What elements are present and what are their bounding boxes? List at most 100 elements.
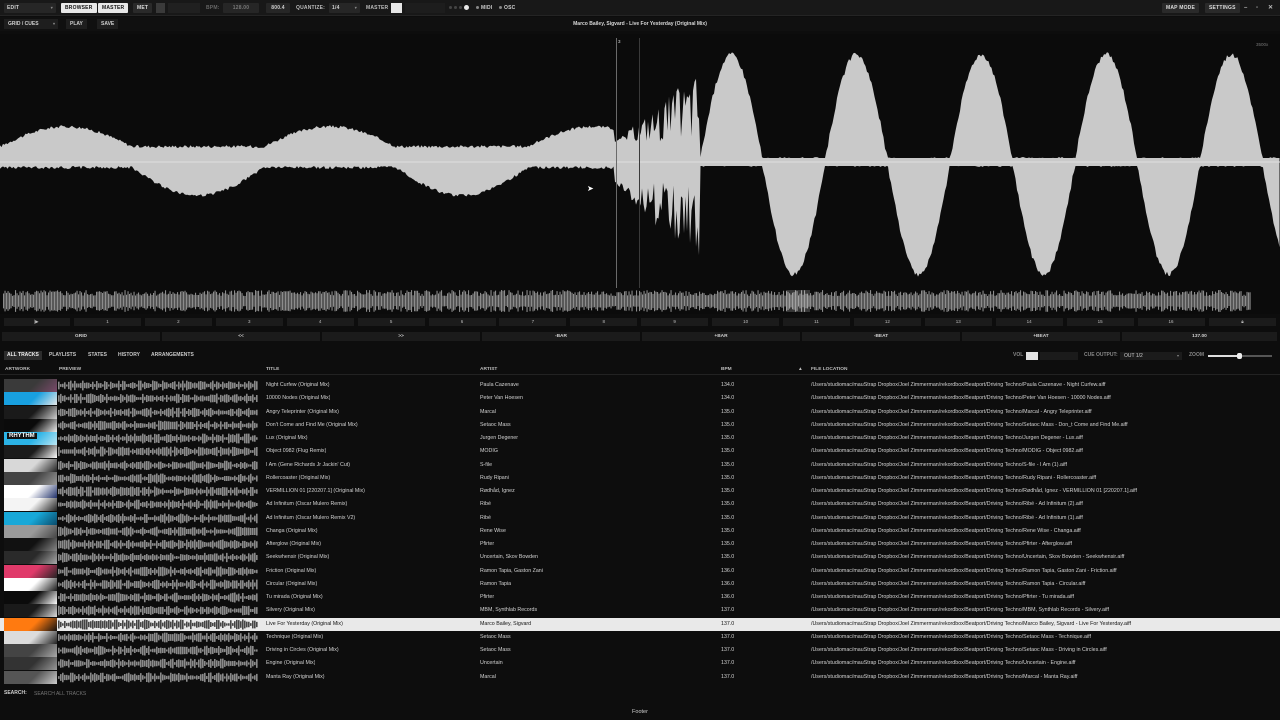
minimize-icon[interactable]: – xyxy=(1244,3,1248,13)
column-file-location[interactable]: FILE LOCATION xyxy=(811,366,847,374)
minus-bar-button[interactable]: -BAR xyxy=(482,332,640,341)
track-preview-waveform[interactable] xyxy=(58,433,258,444)
map-mode-button[interactable]: MAP MODE xyxy=(1162,3,1200,13)
track-preview-waveform[interactable] xyxy=(58,499,258,510)
tab-history[interactable]: HISTORY xyxy=(115,351,143,360)
minus-beat-button[interactable]: -BEAT xyxy=(802,332,960,341)
table-row[interactable]: Rollercoaster (Original Mix) Rudy Ripani 1… xyxy=(0,471,1280,485)
beat-marker[interactable]: 10 xyxy=(712,318,780,326)
tab-states[interactable]: STATES xyxy=(85,351,110,360)
track-preview-waveform[interactable] xyxy=(58,619,258,630)
beat-marker[interactable]: 2 xyxy=(144,318,212,326)
table-row[interactable]: Tu mirada (Original Mix) Pfirter 136.0/Use… xyxy=(0,591,1280,604)
play-marker-button[interactable]: |▶ xyxy=(4,318,70,326)
master-output-toggle[interactable] xyxy=(391,3,402,13)
back-button[interactable]: << xyxy=(162,332,320,341)
table-row[interactable]: Driving in Circles (Original Mix) Setaoc … xyxy=(0,644,1280,657)
beat-marker[interactable]: 15 xyxy=(1066,318,1134,326)
overview-waveform[interactable] xyxy=(0,288,1280,314)
mode-dropdown[interactable]: GRID / CUES ▾ xyxy=(4,19,58,29)
metronome-button[interactable]: MET xyxy=(133,3,153,13)
settings-button[interactable]: SETTINGS xyxy=(1205,3,1240,13)
beat-marker[interactable]: 7 xyxy=(499,318,567,326)
track-preview-waveform[interactable] xyxy=(58,592,258,603)
track-preview-waveform[interactable] xyxy=(58,486,258,497)
beat-marker[interactable]: 5 xyxy=(357,318,425,326)
zoom-slider[interactable] xyxy=(1208,353,1272,359)
midi-indicator[interactable]: MIDI xyxy=(476,3,492,13)
waveform-display[interactable]: 3500x 3 ➤ xyxy=(0,34,1280,290)
track-preview-waveform[interactable] xyxy=(58,407,258,418)
track-preview-waveform[interactable] xyxy=(58,566,258,577)
track-preview-waveform[interactable] xyxy=(58,552,258,563)
table-row[interactable]: Silvery (Original Mix) MBM, Synthlab Reco… xyxy=(0,604,1280,618)
track-preview-waveform[interactable] xyxy=(58,393,258,404)
table-row[interactable]: Object 0982 (Flug Remix) MODIG 135.0/Users… xyxy=(0,445,1280,459)
table-row[interactable]: Manta Ray (Original Mix) Marcal 137.0/User… xyxy=(0,670,1280,684)
track-preview-waveform[interactable] xyxy=(58,380,258,391)
table-row[interactable]: Ad Infinitum (Oscar Mulero Remix) Ribé 135… xyxy=(0,498,1280,512)
column-title[interactable]: TITLE xyxy=(266,366,279,374)
metronome-toggle[interactable] xyxy=(156,3,165,13)
beat-marker[interactable]: 6 xyxy=(428,318,496,326)
table-row[interactable]: Technique (Original Mix) Setaoc Mass 137.0… xyxy=(0,630,1280,644)
edit-dropdown[interactable]: EDIT ▾ xyxy=(4,3,56,13)
close-icon[interactable]: ✕ xyxy=(1268,3,1273,13)
table-row[interactable]: Seekwhensir (Original Mix) Uncertain, Sko… xyxy=(0,551,1280,565)
table-row[interactable]: Night Curfew (Original Mix) Paula Cazenav… xyxy=(0,379,1280,392)
beat-marker[interactable]: 12 xyxy=(853,318,921,326)
table-row[interactable]: I Am (Gene Richards Jr Jackin' Cut) S-fil… xyxy=(0,458,1280,472)
beat-marker[interactable]: 3 xyxy=(215,318,283,326)
table-row[interactable]: 10000 Nodes (Original Mix) Peter Van Hoes… xyxy=(0,392,1280,406)
beat-marker[interactable]: 11 xyxy=(783,318,850,326)
beat-marker[interactable]: 13 xyxy=(924,318,992,326)
beat-marker[interactable]: 16 xyxy=(1137,318,1205,326)
beat-marker[interactable]: 14 xyxy=(995,318,1063,326)
play-button[interactable]: PLAY xyxy=(66,19,87,29)
tab-arrangements[interactable]: ARRANGEMENTS xyxy=(148,351,197,360)
table-row[interactable]: RHYTHM Lux (Original Mix) Jurgen Degener 13… xyxy=(0,432,1280,445)
cue-output-dropdown[interactable]: OUT 1/2 ▾ xyxy=(1120,352,1182,360)
column-artwork[interactable]: ARTWORK xyxy=(5,366,30,374)
table-row[interactable]: Circular (Original Mix) Ramon Tapia 136.0 /… xyxy=(0,577,1280,591)
grid-button[interactable]: GRID xyxy=(2,332,160,341)
beat-marker[interactable]: 8 xyxy=(570,318,638,326)
forward-button[interactable]: >> xyxy=(322,332,480,341)
tab-all-tracks[interactable]: ALL TRACKS xyxy=(4,351,42,360)
plus-bar-button[interactable]: +BAR xyxy=(642,332,800,341)
zoom-slider-handle[interactable] xyxy=(1237,353,1242,359)
table-row[interactable]: Afterglow (Original Mix) Pfirter 135.0/Use… xyxy=(0,538,1280,551)
track-preview-waveform[interactable] xyxy=(58,579,258,590)
track-preview-waveform[interactable] xyxy=(58,473,258,484)
table-row[interactable]: VERMILLION 01 [220207.1] (Original Mix) R… xyxy=(0,485,1280,498)
table-row[interactable]: Don't Come and Find Me (Original Mix) Set… xyxy=(0,418,1280,432)
metronome-level[interactable] xyxy=(168,3,200,13)
track-preview-waveform[interactable] xyxy=(58,539,258,550)
sort-ascending-icon[interactable]: ▲ xyxy=(798,366,803,374)
maximize-icon[interactable]: ▫ xyxy=(1256,3,1258,13)
quantize-dropdown[interactable]: 1/4 ▾ xyxy=(329,3,360,13)
beat-marker[interactable]: 1 xyxy=(74,318,141,326)
volume-toggle[interactable] xyxy=(1026,352,1038,360)
bpm-input[interactable]: 128.00 xyxy=(223,3,259,13)
table-row[interactable]: Engine (Original Mix) Uncertain 137.0/User… xyxy=(0,657,1280,671)
track-preview-waveform[interactable] xyxy=(58,526,258,537)
table-row-selected[interactable]: Live For Yesterday (Original Mix) Marco B… xyxy=(0,617,1280,631)
track-preview-waveform[interactable] xyxy=(58,672,258,683)
track-preview-waveform[interactable] xyxy=(58,632,258,643)
tab-playlists[interactable]: PLAYLISTS xyxy=(46,351,79,360)
lock-button[interactable]: 🔒︎ xyxy=(1209,318,1276,326)
grid-bpm-input[interactable]: 137.00 xyxy=(1122,332,1277,341)
column-artist[interactable]: ARTIST xyxy=(480,366,497,374)
track-preview-waveform[interactable] xyxy=(58,605,258,616)
search-input[interactable] xyxy=(34,689,214,698)
track-preview-waveform[interactable] xyxy=(58,420,258,431)
table-row[interactable]: Angry Teleprinter (Original Mix) Marcal 13… xyxy=(0,405,1280,419)
beat-marker[interactable]: 4 xyxy=(286,318,354,326)
save-button[interactable]: SAVE xyxy=(97,19,119,29)
track-preview-waveform[interactable] xyxy=(58,658,258,669)
track-preview-waveform[interactable] xyxy=(58,446,258,457)
beat-marker[interactable]: 9 xyxy=(641,318,709,326)
volume-level[interactable] xyxy=(1040,352,1078,360)
track-preview-waveform[interactable] xyxy=(58,513,258,524)
